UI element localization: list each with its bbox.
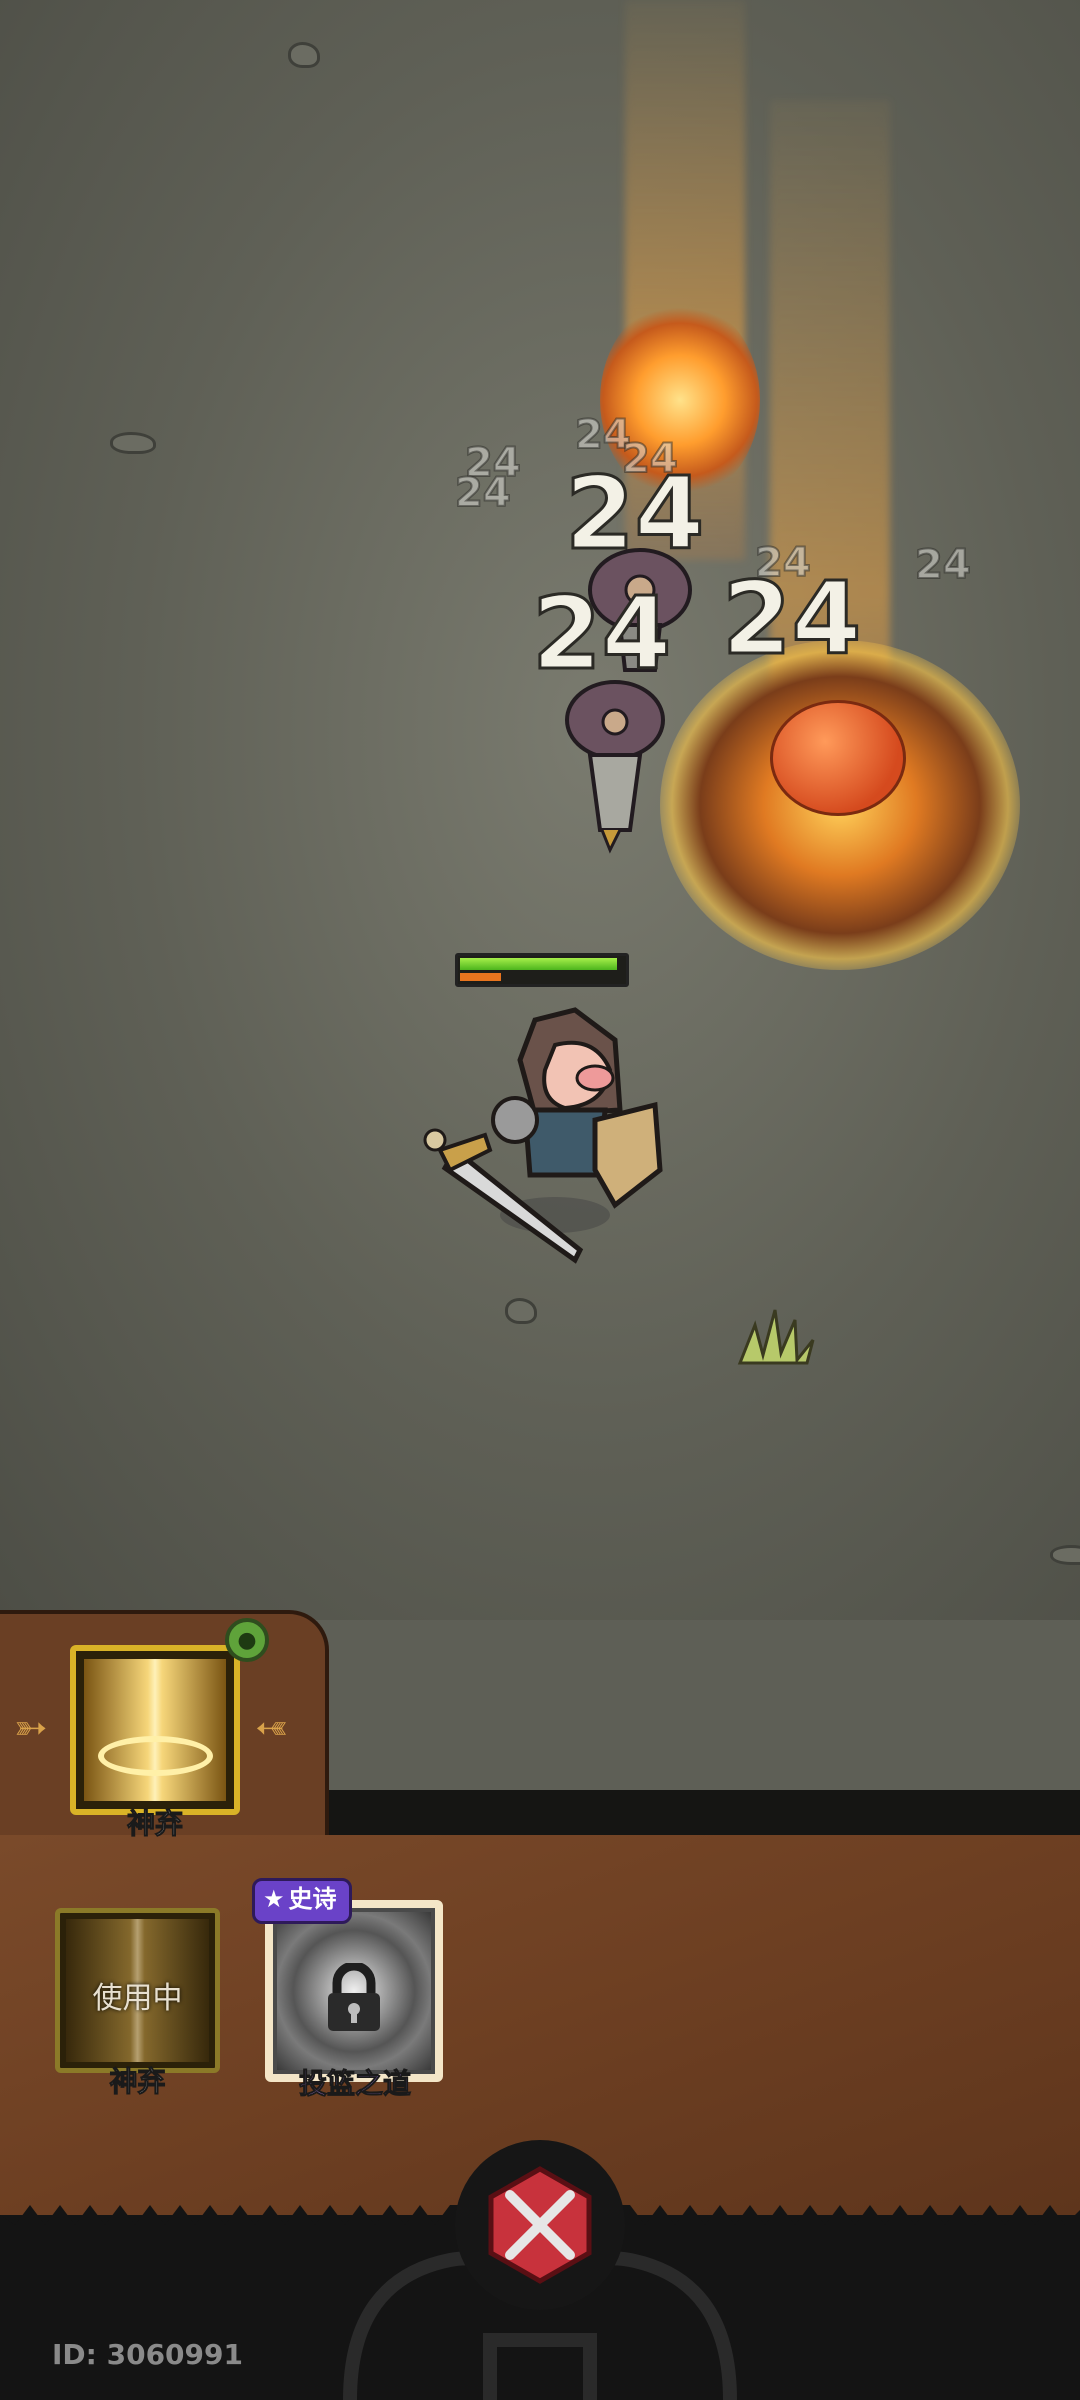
- pebble-decoration: [288, 42, 320, 68]
- pebble-decoration: [110, 432, 156, 454]
- grass-tuft-decoration: [737, 1309, 815, 1365]
- player-id: ID: 3060991: [52, 2338, 243, 2371]
- crossed-swords-close-icon: [488, 2166, 592, 2284]
- battle-menu-button[interactable]: [455, 2140, 625, 2310]
- pebble-decoration: [505, 1298, 537, 1324]
- pig-knight-player: [423, 1007, 663, 1264]
- epic-rarity-tag: ★ 史诗: [252, 1878, 352, 1924]
- golden-light-pillar-icon: [84, 1659, 226, 1801]
- right-ornament-icon: ➳: [255, 1705, 289, 1751]
- damage-number: 24: [563, 454, 705, 574]
- rarity-label: 史诗: [288, 1885, 337, 1913]
- green-armor-badge-icon[interactable]: ●: [225, 1618, 269, 1662]
- skill-slot-label: 投篮之道: [298, 2067, 411, 2101]
- damage-number: 24: [530, 574, 672, 694]
- left-ornament-icon: ➳: [14, 1705, 48, 1751]
- lock-icon: [328, 1963, 380, 2031]
- player-health-bar: [455, 953, 629, 987]
- panel-divider-strip: [325, 1790, 1080, 1835]
- game-field: 24 24 24 24 24 24 24 24 24: [0, 0, 1080, 1620]
- damage-number: 24: [720, 559, 862, 679]
- player-experience-fill: [460, 973, 501, 981]
- star-icon: ★: [263, 1885, 285, 1913]
- skill-slot-label: 神弃: [109, 2065, 166, 2099]
- basketball-projectile: [770, 700, 906, 816]
- player-health-fill: [460, 958, 617, 970]
- in-use-status: 使用中: [92, 1981, 183, 2016]
- halo-ring-icon: [98, 1736, 213, 1776]
- equipped-skill-slot[interactable]: [70, 1645, 240, 1815]
- skill-slot-locked[interactable]: [265, 1900, 443, 2082]
- equipped-skill-label: 神弃: [126, 1807, 183, 1841]
- skill-slot-in-use[interactable]: 使用中: [55, 1908, 220, 2073]
- damage-number-faded: 24: [914, 541, 972, 589]
- pebble-decoration: [1050, 1545, 1080, 1565]
- damage-number-faded: 24: [454, 469, 512, 517]
